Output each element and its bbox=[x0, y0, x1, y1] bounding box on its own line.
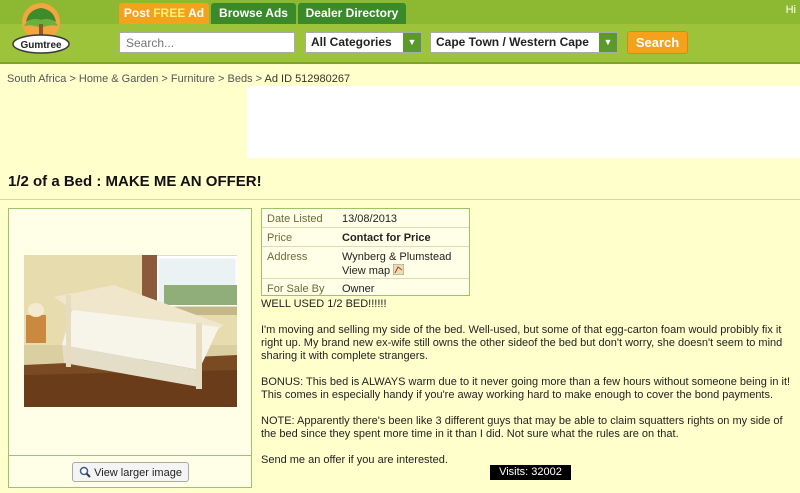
category-select-value: All Categories bbox=[311, 35, 392, 49]
magnify-icon bbox=[79, 466, 91, 478]
breadcrumb-furniture[interactable]: Furniture bbox=[171, 73, 215, 85]
detail-row-seller: For Sale By Owner bbox=[262, 279, 469, 295]
breadcrumb-south-africa[interactable]: South Africa bbox=[7, 73, 66, 85]
ad-description: WELL USED 1/2 BED!!!!!! I'm moving and s… bbox=[261, 298, 796, 480]
tab-dealer-directory[interactable]: Dealer Directory bbox=[298, 3, 406, 24]
detail-label: Address bbox=[267, 251, 308, 263]
view-map-link[interactable]: View map bbox=[342, 263, 405, 277]
chevron-down-icon[interactable]: ▼ bbox=[403, 33, 421, 52]
description-paragraph: I'm moving and selling my side of the be… bbox=[261, 324, 783, 362]
divider bbox=[0, 199, 800, 200]
tab-post-free-ad[interactable]: Post FREE Ad bbox=[119, 3, 209, 24]
detail-row-address: Address Wynberg & Plumstead View map bbox=[262, 247, 469, 279]
visits-counter: Visits: 32002 bbox=[490, 465, 571, 480]
gumtree-logo[interactable]: Gumtree bbox=[10, 2, 72, 58]
breadcrumb-home-garden[interactable]: Home & Garden bbox=[79, 73, 158, 85]
detail-value: Owner bbox=[342, 283, 375, 295]
location-select-value: Cape Town / Western Cape bbox=[436, 35, 589, 49]
description-paragraph: WELL USED 1/2 BED!!!!!! bbox=[261, 298, 387, 310]
location-select[interactable]: Cape Town / Western Cape ▼ bbox=[430, 32, 618, 53]
view-larger-image-button[interactable]: View larger image bbox=[72, 462, 189, 482]
view-larger-image-label: View larger image bbox=[94, 467, 182, 479]
site-header: Gumtree Post FREE Ad Browse Ads Dealer D… bbox=[0, 0, 800, 64]
breadcrumb: South Africa > Home & Garden > Furniture… bbox=[7, 73, 351, 85]
description-paragraph: NOTE: Apparently there's been like 3 dif… bbox=[261, 415, 783, 440]
logo-text: Gumtree bbox=[20, 40, 62, 51]
detail-value: Wynberg & Plumstead bbox=[342, 251, 452, 263]
detail-row-date: Date Listed 13/08/2013 bbox=[262, 209, 469, 228]
search-input[interactable] bbox=[119, 32, 295, 53]
greeting-text: Hi bbox=[785, 4, 796, 16]
page-title: 1/2 of a Bed : MAKE ME AN OFFER! bbox=[8, 173, 262, 190]
description-paragraph: BONUS: This bed is ALWAYS warm due to it… bbox=[261, 376, 791, 401]
image-panel: View larger image bbox=[8, 208, 252, 488]
detail-label: For Sale By bbox=[267, 283, 325, 295]
chevron-down-icon[interactable]: ▼ bbox=[599, 33, 617, 52]
tab-browse-ads[interactable]: Browse Ads bbox=[211, 3, 296, 24]
ad-details-table: Date Listed 13/08/2013 Price Contact for… bbox=[261, 208, 470, 296]
bed-photo[interactable] bbox=[24, 255, 237, 407]
ad-banner bbox=[247, 86, 800, 158]
detail-label: Price bbox=[267, 232, 293, 244]
detail-label: Date Listed bbox=[267, 213, 323, 225]
category-select[interactable]: All Categories ▼ bbox=[305, 32, 422, 53]
detail-value: Contact for Price bbox=[342, 232, 431, 244]
detail-value: 13/08/2013 bbox=[342, 213, 398, 225]
detail-row-price: Price Contact for Price bbox=[262, 228, 469, 247]
search-button[interactable]: Search bbox=[627, 31, 688, 54]
breadcrumb-ad-id: Ad ID 512980267 bbox=[264, 73, 351, 85]
divider bbox=[9, 455, 251, 456]
map-icon[interactable] bbox=[392, 263, 405, 276]
breadcrumb-beds[interactable]: Beds bbox=[227, 73, 252, 85]
